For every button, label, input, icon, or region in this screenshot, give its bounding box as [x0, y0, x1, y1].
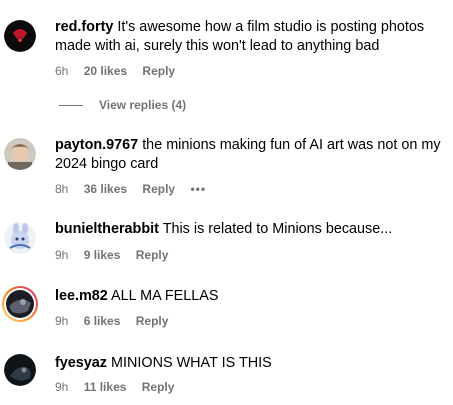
comment-username[interactable]: lee.m82 [55, 288, 108, 304]
avatar[interactable] [1, 285, 39, 323]
avatar-image [4, 138, 36, 170]
likes-count[interactable]: 36 likes [84, 182, 127, 196]
comment-username[interactable]: bunieltherabbit [55, 221, 159, 237]
comment-username[interactable]: red.forty [55, 19, 113, 35]
comment-meta: 9h 9 likes Reply [55, 248, 180, 262]
reply-button[interactable]: Reply [142, 64, 175, 78]
avatar[interactable] [4, 20, 36, 52]
reply-button[interactable]: Reply [136, 248, 169, 262]
comment-meta: 8h 36 likes Reply ••• [55, 182, 218, 196]
comment-time[interactable]: 8h [55, 182, 68, 196]
more-options-icon[interactable]: ••• [190, 182, 206, 196]
comment-body: bunieltherabbit This is related to Minio… [55, 220, 445, 239]
comment-text: MINIONS WHAT IS THIS [111, 355, 272, 371]
likes-count[interactable]: 11 likes [84, 380, 127, 394]
comment-meta: 9h 6 likes Reply [55, 314, 180, 328]
likes-count[interactable]: 20 likes [84, 64, 127, 78]
comment-text: ALL MA FELLAS [111, 288, 219, 304]
reply-button[interactable]: Reply [136, 314, 169, 328]
comment-meta: 9h 11 likes Reply [55, 380, 186, 394]
comment-meta: 6h 20 likes Reply [55, 64, 187, 78]
comment-time[interactable]: 9h [55, 314, 68, 328]
comment-body: fyesyaz MINIONS WHAT IS THIS [55, 354, 445, 373]
comment-body: red.forty It's awesome how a film studio… [55, 18, 445, 56]
avatar-image [4, 222, 36, 254]
comment-time[interactable]: 9h [55, 380, 68, 394]
avatar[interactable] [4, 222, 36, 254]
comment-body: payton.9767 the minions making fun of AI… [55, 136, 445, 174]
comment-username[interactable]: fyesyaz [55, 355, 107, 371]
comment-body: lee.m82 ALL MA FELLAS [55, 287, 445, 306]
reply-button[interactable]: Reply [142, 380, 175, 394]
reply-button[interactable]: Reply [142, 182, 175, 196]
likes-count[interactable]: 6 likes [84, 314, 121, 328]
view-replies-divider [59, 105, 83, 107]
avatar[interactable] [4, 354, 36, 386]
view-replies-label: View replies (4) [99, 98, 187, 112]
avatar[interactable] [4, 138, 36, 170]
comment-text: This is related to Minions because... [162, 221, 393, 237]
comment-time[interactable]: 9h [55, 248, 68, 262]
view-replies-button[interactable]: View replies (4) [59, 98, 186, 112]
likes-count[interactable]: 9 likes [84, 248, 121, 262]
comment-username[interactable]: payton.9767 [55, 137, 138, 153]
avatar-image [4, 354, 36, 386]
avatar-image [4, 20, 36, 52]
comment-time[interactable]: 6h [55, 64, 68, 78]
story-ring-avatar [2, 286, 38, 322]
